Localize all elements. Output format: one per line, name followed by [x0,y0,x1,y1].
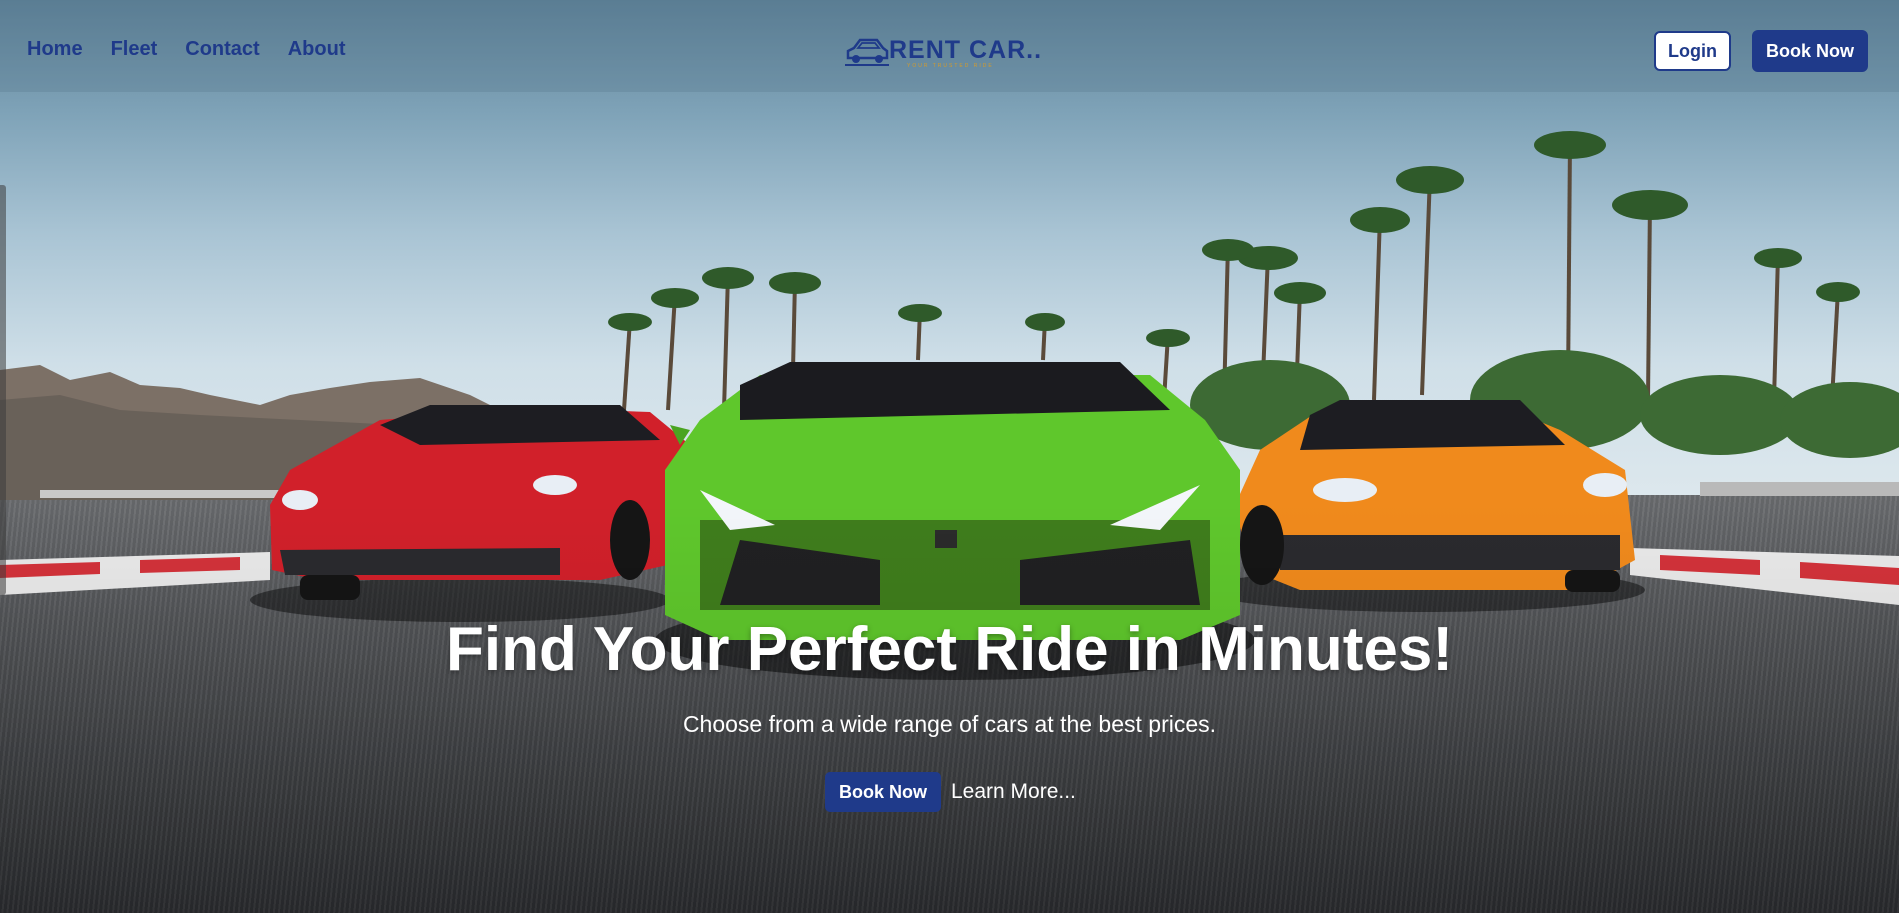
top-navbar: Home Fleet Contact About RENT CAR.. YOUR… [0,0,1899,92]
hero-actions: Book Now Learn More... [825,772,1076,812]
logo-text: RENT CAR.. [889,36,1043,64]
side-edge-tab [0,185,6,595]
nav-link-contact[interactable]: Contact [185,38,259,61]
hero-title: Find Your Perfect Ride in Minutes! [445,615,1453,684]
nav-link-about[interactable]: About [288,38,346,61]
nav-link-home[interactable]: Home [27,38,83,61]
learn-more-link[interactable]: Learn More... [951,780,1076,804]
car-logo-icon [845,38,889,66]
login-button[interactable]: Login [1654,31,1731,71]
logo-tagline: YOUR TRUSTED RIDE [907,63,994,69]
nav-link-fleet[interactable]: Fleet [111,38,158,61]
nav-book-now-button[interactable]: Book Now [1752,30,1868,72]
nav-links: Home Fleet Contact About [27,38,345,61]
hero-subtitle: Choose from a wide range of cars at the … [682,711,1217,737]
hero-book-now-button[interactable]: Book Now [825,772,941,812]
brand-logo[interactable]: RENT CAR.. YOUR TRUSTED RIDE [845,32,1041,72]
